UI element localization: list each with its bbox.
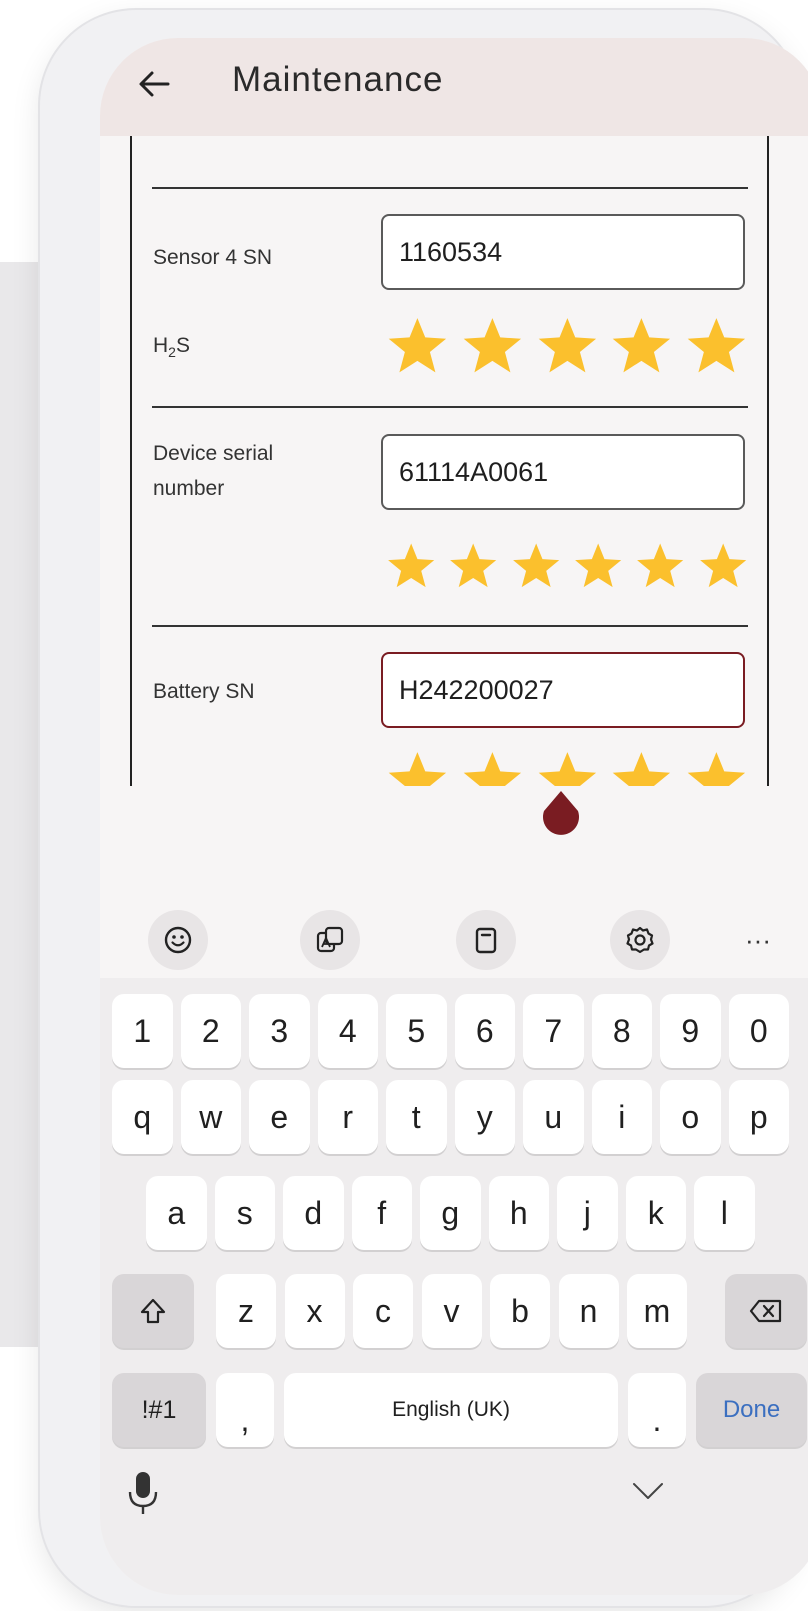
chevron-down-icon[interactable] xyxy=(630,1478,666,1504)
key-h[interactable]: h xyxy=(488,1176,549,1250)
done-key[interactable]: Done xyxy=(696,1373,807,1447)
right-border xyxy=(767,136,769,786)
key-d[interactable]: d xyxy=(283,1176,344,1250)
emoji-button[interactable] xyxy=(148,910,208,970)
h2s-label: H2S xyxy=(153,334,190,361)
key-a[interactable]: a xyxy=(146,1176,207,1250)
sensor-4-sn-label: Sensor 4 SN xyxy=(153,246,273,269)
key-x[interactable]: x xyxy=(284,1274,345,1348)
text-cursor-handle-icon[interactable] xyxy=(540,789,582,835)
shift-key[interactable] xyxy=(112,1274,194,1348)
comma-key[interactable]: , xyxy=(216,1373,274,1447)
star-icon[interactable] xyxy=(536,750,599,786)
clipboard-button[interactable] xyxy=(456,910,516,970)
phone-screen: Maintenance Sensor 4 SN 1160534 H2S Devi… xyxy=(100,38,808,1595)
key-9[interactable]: 9 xyxy=(660,994,721,1068)
keyboard-toolbar: ··· xyxy=(100,898,808,978)
key-w[interactable]: w xyxy=(180,1080,241,1154)
star-icon[interactable] xyxy=(386,750,449,786)
star-icon[interactable] xyxy=(448,536,498,596)
battery-sn-input[interactable]: H242200027 xyxy=(381,652,745,728)
key-f[interactable]: f xyxy=(351,1176,412,1250)
star-icon[interactable] xyxy=(461,750,524,786)
star-icon[interactable] xyxy=(536,316,599,376)
key-g[interactable]: g xyxy=(420,1176,481,1250)
sensor-4-sn-input[interactable]: 1160534 xyxy=(381,214,745,290)
star-icon[interactable] xyxy=(635,536,685,596)
key-u[interactable]: u xyxy=(523,1080,584,1154)
app-bar: Maintenance xyxy=(100,38,808,136)
h2s-rating[interactable] xyxy=(386,316,748,376)
backspace-icon xyxy=(749,1299,782,1323)
key-7[interactable]: 7 xyxy=(523,994,584,1068)
left-border xyxy=(130,136,132,786)
key-r[interactable]: r xyxy=(317,1080,378,1154)
divider xyxy=(152,406,748,408)
more-button[interactable]: ··· xyxy=(728,910,788,970)
key-4[interactable]: 4 xyxy=(317,994,378,1068)
phone-frame: Maintenance Sensor 4 SN 1160534 H2S Devi… xyxy=(40,10,808,1606)
emoji-icon xyxy=(164,926,192,954)
key-k[interactable]: k xyxy=(625,1176,686,1250)
clipboard-icon xyxy=(475,927,497,954)
star-icon[interactable] xyxy=(573,536,623,596)
settings-button[interactable] xyxy=(610,910,670,970)
key-c[interactable]: c xyxy=(353,1274,413,1348)
star-icon[interactable] xyxy=(610,316,673,376)
device-serial-input[interactable]: 61114A0061 xyxy=(381,434,745,510)
period-key[interactable]: . xyxy=(628,1373,686,1447)
arrow-left-icon[interactable] xyxy=(134,64,174,104)
key-m[interactable]: m xyxy=(627,1274,687,1348)
star-icon[interactable] xyxy=(685,316,748,376)
space-key[interactable]: English (UK) xyxy=(284,1373,618,1447)
key-v[interactable]: v xyxy=(421,1274,482,1348)
battery-sn-label: Battery SN xyxy=(153,680,255,703)
star-icon[interactable] xyxy=(386,536,436,596)
key-o[interactable]: o xyxy=(660,1080,721,1154)
device-serial-rating[interactable] xyxy=(386,536,748,596)
star-icon[interactable] xyxy=(610,750,673,786)
key-j[interactable]: j xyxy=(557,1176,618,1250)
key-5[interactable]: 5 xyxy=(386,994,447,1068)
key-p[interactable]: p xyxy=(728,1080,789,1154)
divider xyxy=(152,187,748,189)
star-icon[interactable] xyxy=(461,316,524,376)
star-icon[interactable] xyxy=(386,316,449,376)
key-3[interactable]: 3 xyxy=(249,994,310,1068)
star-icon[interactable] xyxy=(698,536,748,596)
star-icon[interactable] xyxy=(511,536,561,596)
key-2[interactable]: 2 xyxy=(180,994,241,1068)
shift-icon xyxy=(140,1298,166,1324)
key-t[interactable]: t xyxy=(386,1080,447,1154)
key-z[interactable]: z xyxy=(216,1274,276,1348)
key-y[interactable]: y xyxy=(454,1080,515,1154)
divider xyxy=(152,625,748,627)
microphone-icon[interactable] xyxy=(126,1468,160,1516)
symbols-key[interactable]: !#1 xyxy=(112,1373,206,1447)
translate-button[interactable] xyxy=(300,910,360,970)
key-e[interactable]: e xyxy=(249,1080,310,1154)
key-0[interactable]: 0 xyxy=(728,994,789,1068)
page-title: Maintenance xyxy=(232,60,444,99)
gear-icon xyxy=(626,926,654,954)
on-screen-keyboard: 1234567890 qwertyuiop asdfghjkl zxcvbnm … xyxy=(100,978,808,1595)
key-n[interactable]: n xyxy=(558,1274,619,1348)
key-1[interactable]: 1 xyxy=(112,994,173,1068)
translate-icon xyxy=(316,926,344,953)
star-icon[interactable] xyxy=(685,750,748,786)
backspace-key[interactable] xyxy=(725,1274,807,1348)
key-l[interactable]: l xyxy=(694,1176,755,1250)
form-content[interactable]: Sensor 4 SN 1160534 H2S Device serial nu… xyxy=(100,136,808,835)
key-6[interactable]: 6 xyxy=(454,994,515,1068)
key-b[interactable]: b xyxy=(490,1274,550,1348)
device-serial-label: Device serial number xyxy=(153,442,274,500)
key-i[interactable]: i xyxy=(591,1080,652,1154)
battery-sn-rating[interactable] xyxy=(386,750,748,786)
key-q[interactable]: q xyxy=(112,1080,173,1154)
key-8[interactable]: 8 xyxy=(591,994,652,1068)
key-s[interactable]: s xyxy=(214,1176,275,1250)
